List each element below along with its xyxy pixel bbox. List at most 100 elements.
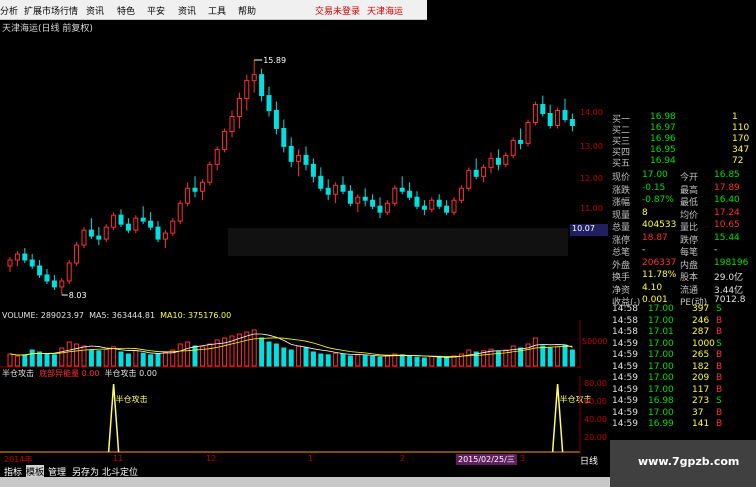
candle-body [495,157,501,165]
menu-help[interactable]: 帮助 [238,4,256,17]
candle-body [518,139,524,144]
candle-body [88,229,94,237]
menu-tools[interactable]: 工具 [208,4,226,17]
volume-bar [22,354,28,367]
stat-value: 15.44 [714,232,740,243]
tick-price: 16.98 [648,396,674,406]
current-price-marker: 10.07 [570,224,608,236]
indicator-tick: 80.00 [584,379,607,388]
stat-row: 总量 404533 量比 10.65 [610,220,756,233]
volume-bar [555,346,561,367]
stat-label: 每笔 [680,248,699,258]
tick-price: 17.01 [648,327,674,337]
candle-body [347,190,353,204]
candle-body [377,205,383,213]
date-axis: 2014年 11 12 1 2 2015/02/25/三 3 [0,454,580,465]
volume-label: VOLUME: 289023.97 [2,311,84,320]
candle-body [296,154,302,162]
quote-panel: 买一 16.98 1 买二 16.97 110 买三 16.96 170 买四 16.95 347 买五… [610,112,756,440]
overlay-box [228,228,568,256]
low-label: 8.03 [69,291,87,300]
tick-time: 14:59 [612,361,638,372]
volume-bar [429,355,435,367]
tick-side: B [716,361,723,372]
tick-row: 14:59 16.99 141 B [610,419,756,431]
stat-label: 今开 [680,173,699,183]
indicator-tick: 60.00 [584,397,607,406]
tick-row: 14:59 17.00 37 B [610,408,756,420]
menu-features[interactable]: 特色 [117,4,135,17]
volume-bar [384,355,390,367]
volume-bar [96,350,102,367]
volume-bar [414,356,420,367]
volume-bar [407,355,413,367]
volume-bar [532,337,538,367]
ma5-label: MA5: 363444.81 [89,311,156,320]
volume-bar [547,347,553,367]
tick-volume: 265 [692,350,710,360]
candle-body [288,145,294,162]
candle-body [44,274,50,282]
candle-body [37,265,43,276]
menu-extended-market[interactable]: 扩展市场行情 [24,4,78,17]
bid-volume: 110 [732,123,750,133]
volume-bar [377,356,383,367]
volume-bar [370,355,376,367]
candle-body [421,205,427,210]
candle-body [281,127,287,147]
volume-bar [399,354,405,367]
candle-body [207,163,213,183]
trade-login-status[interactable]: 交易未登录 [315,4,360,17]
stat-label: 量比 [680,223,699,233]
price-tick: 11.00 [580,204,603,213]
stat-label: 外盘 [612,260,631,271]
date-tick: 11 [113,454,124,463]
stock-name-tab[interactable]: 天津海运 [367,4,403,17]
candle-body [185,187,191,204]
candle-body [407,190,413,198]
volume-bar [562,344,568,367]
volume-bar [192,345,198,367]
stat-row: 总笔 - 每笔 - [610,245,756,258]
stat-label: 现量 [612,210,631,221]
candle-body [192,187,198,192]
stat-value: 17.00 [642,170,668,180]
tick-side: B [716,419,723,429]
date-tick: 2 [400,454,406,463]
tick-side: B [716,350,723,360]
menu-pingan[interactable]: 平安 [147,4,165,17]
stat-value: -0.87% [642,195,674,205]
tick-price: 17.00 [648,384,674,395]
indicator-chart[interactable]: 半仓攻击 半仓攻击80.0060.0040.0020.00 [0,376,610,454]
volume-bar [510,345,516,367]
stat-value: 404533 [642,220,677,230]
tick-time: 14:58 [612,315,638,326]
stat-value: 29.0亿 [714,273,744,283]
stat-label: 净资 [612,285,631,296]
candlestick-chart[interactable]: 15.89 8.03 [0,30,580,310]
volume-bar [251,329,257,367]
volume-bar [51,354,57,367]
tick-price: 17.00 [648,338,674,349]
candle-body [458,187,464,201]
stat-value: -0.15 [642,182,666,193]
bid-price: 16.96 [650,134,676,144]
watermark: www.7gpzb.com [610,440,756,487]
price-tick: 12.00 [580,174,603,183]
candle-body [273,110,279,129]
period-button[interactable]: 日线 [580,454,598,467]
candle-body [510,139,516,156]
stat-label: 跌停 [680,235,699,246]
menu-news[interactable]: 资讯 [178,4,196,17]
menu-info[interactable]: 资讯 [86,4,104,17]
candle-body [81,229,87,246]
stat-value: 17.89 [714,182,740,193]
candle-body [392,187,398,204]
candle-body [532,104,538,123]
volume-chart[interactable]: 50000 [0,320,610,368]
volume-bar [140,352,146,367]
stat-row: 涨停 18.87 跌停 15.44 [610,232,756,246]
candle-body [525,121,531,144]
menu-analysis[interactable]: 分析 [0,4,18,17]
tick-price: 17.00 [648,407,674,418]
